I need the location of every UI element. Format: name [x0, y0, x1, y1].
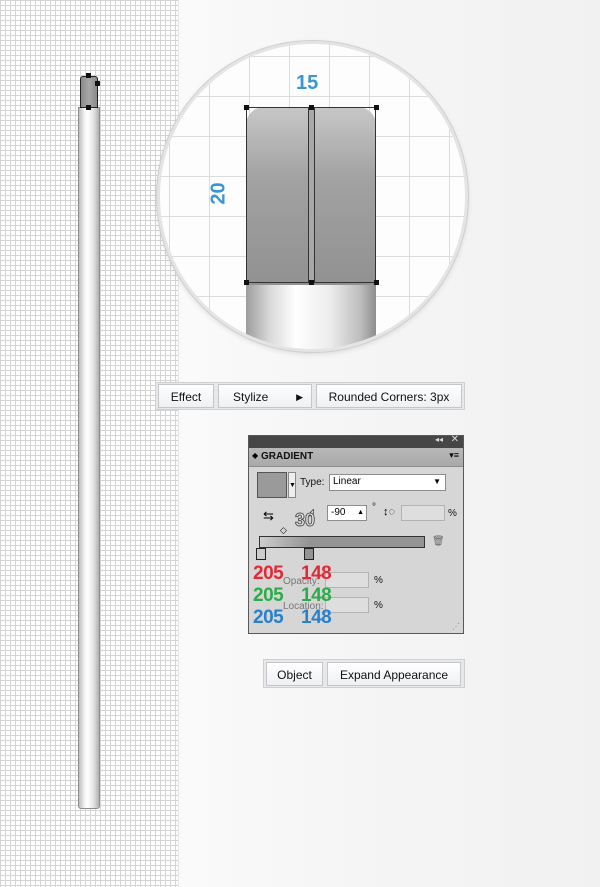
stepper-icon: ▲ — [357, 509, 364, 516]
aspect-percent: % — [448, 508, 457, 519]
panel-menu-icon[interactable]: ▾≡ — [449, 450, 459, 461]
green-value-end: 148 — [301, 585, 332, 606]
close-icon[interactable]: ✕ — [451, 434, 459, 445]
gradient-stop-dark[interactable] — [304, 548, 314, 560]
selection-handle[interactable] — [86, 73, 91, 78]
green-value-start: 205 — [253, 585, 284, 606]
collapse-icon[interactable]: ◂◂ — [435, 435, 443, 444]
panel-titlebar: ◂◂ ✕ — [249, 434, 463, 448]
tab-toggle-icon[interactable]: ◆ — [252, 451, 258, 460]
blue-value-end: 148 — [301, 607, 332, 628]
delete-stop-icon[interactable]: 🗑 — [432, 536, 445, 547]
gradient-swatch[interactable] — [257, 472, 287, 498]
object-menu-button[interactable]: Object — [266, 662, 323, 686]
angle-input[interactable]: -90 ▲ — [327, 505, 367, 521]
red-value-start: 205 — [253, 563, 284, 584]
angle-value: -90 — [331, 507, 346, 518]
center-strip — [308, 107, 315, 283]
blue-value-start: 205 — [253, 607, 284, 628]
effect-menu-button[interactable]: Effect — [158, 384, 214, 408]
red-value-end: 148 — [301, 563, 332, 584]
stylize-menu-button[interactable]: Stylize ▶ — [218, 384, 312, 408]
anchor-point[interactable] — [374, 280, 379, 285]
selection-handle[interactable] — [86, 105, 91, 110]
opacity-percent: % — [374, 575, 383, 586]
expand-appearance-menu-button[interactable]: Expand Appearance — [327, 662, 461, 686]
type-label: Type: — [300, 477, 325, 488]
angle-callout: 30 — [294, 510, 316, 531]
gradient-tab[interactable]: GRADIENT — [261, 451, 313, 462]
gradient-slider[interactable] — [259, 536, 425, 548]
resize-grip-icon[interactable]: ⋰ — [452, 622, 460, 631]
stylize-label: Stylize — [233, 390, 269, 404]
aspect-ratio-icon[interactable]: ↕◌ — [383, 506, 395, 518]
swatch-dropdown[interactable]: ▼ — [288, 472, 296, 498]
rounded-corners-menu-button[interactable]: Rounded Corners: 3px — [316, 384, 462, 408]
chevron-down-icon: ▼ — [433, 477, 441, 486]
angle-unit: ° — [372, 502, 376, 513]
anchor-point[interactable] — [309, 280, 314, 285]
selection-handle[interactable] — [95, 81, 100, 86]
panel-tab-bar: ◆ GRADIENT ▾≡ — [249, 448, 463, 467]
pencil-body[interactable] — [78, 107, 100, 809]
height-dimension-label: 20 — [207, 182, 230, 205]
submenu-arrow-icon: ▶ — [296, 392, 303, 402]
reverse-gradient-icon[interactable]: ⇆ — [263, 508, 274, 524]
midpoint-diamond-icon[interactable]: ◇ — [280, 525, 287, 536]
width-dimension-label: 15 — [296, 72, 319, 94]
location-input — [325, 597, 369, 613]
type-value: Linear — [333, 476, 361, 487]
location-percent: % — [374, 600, 383, 611]
magnified-pencil-body — [246, 280, 376, 349]
anchor-point[interactable] — [244, 280, 249, 285]
anchor-point[interactable] — [244, 105, 249, 110]
type-select[interactable]: Linear ▼ — [329, 474, 446, 491]
gradient-stop-light[interactable] — [256, 548, 266, 560]
aspect-input — [401, 505, 445, 521]
opacity-input — [325, 572, 369, 588]
anchor-point[interactable] — [309, 105, 314, 110]
anchor-point[interactable] — [374, 105, 379, 110]
